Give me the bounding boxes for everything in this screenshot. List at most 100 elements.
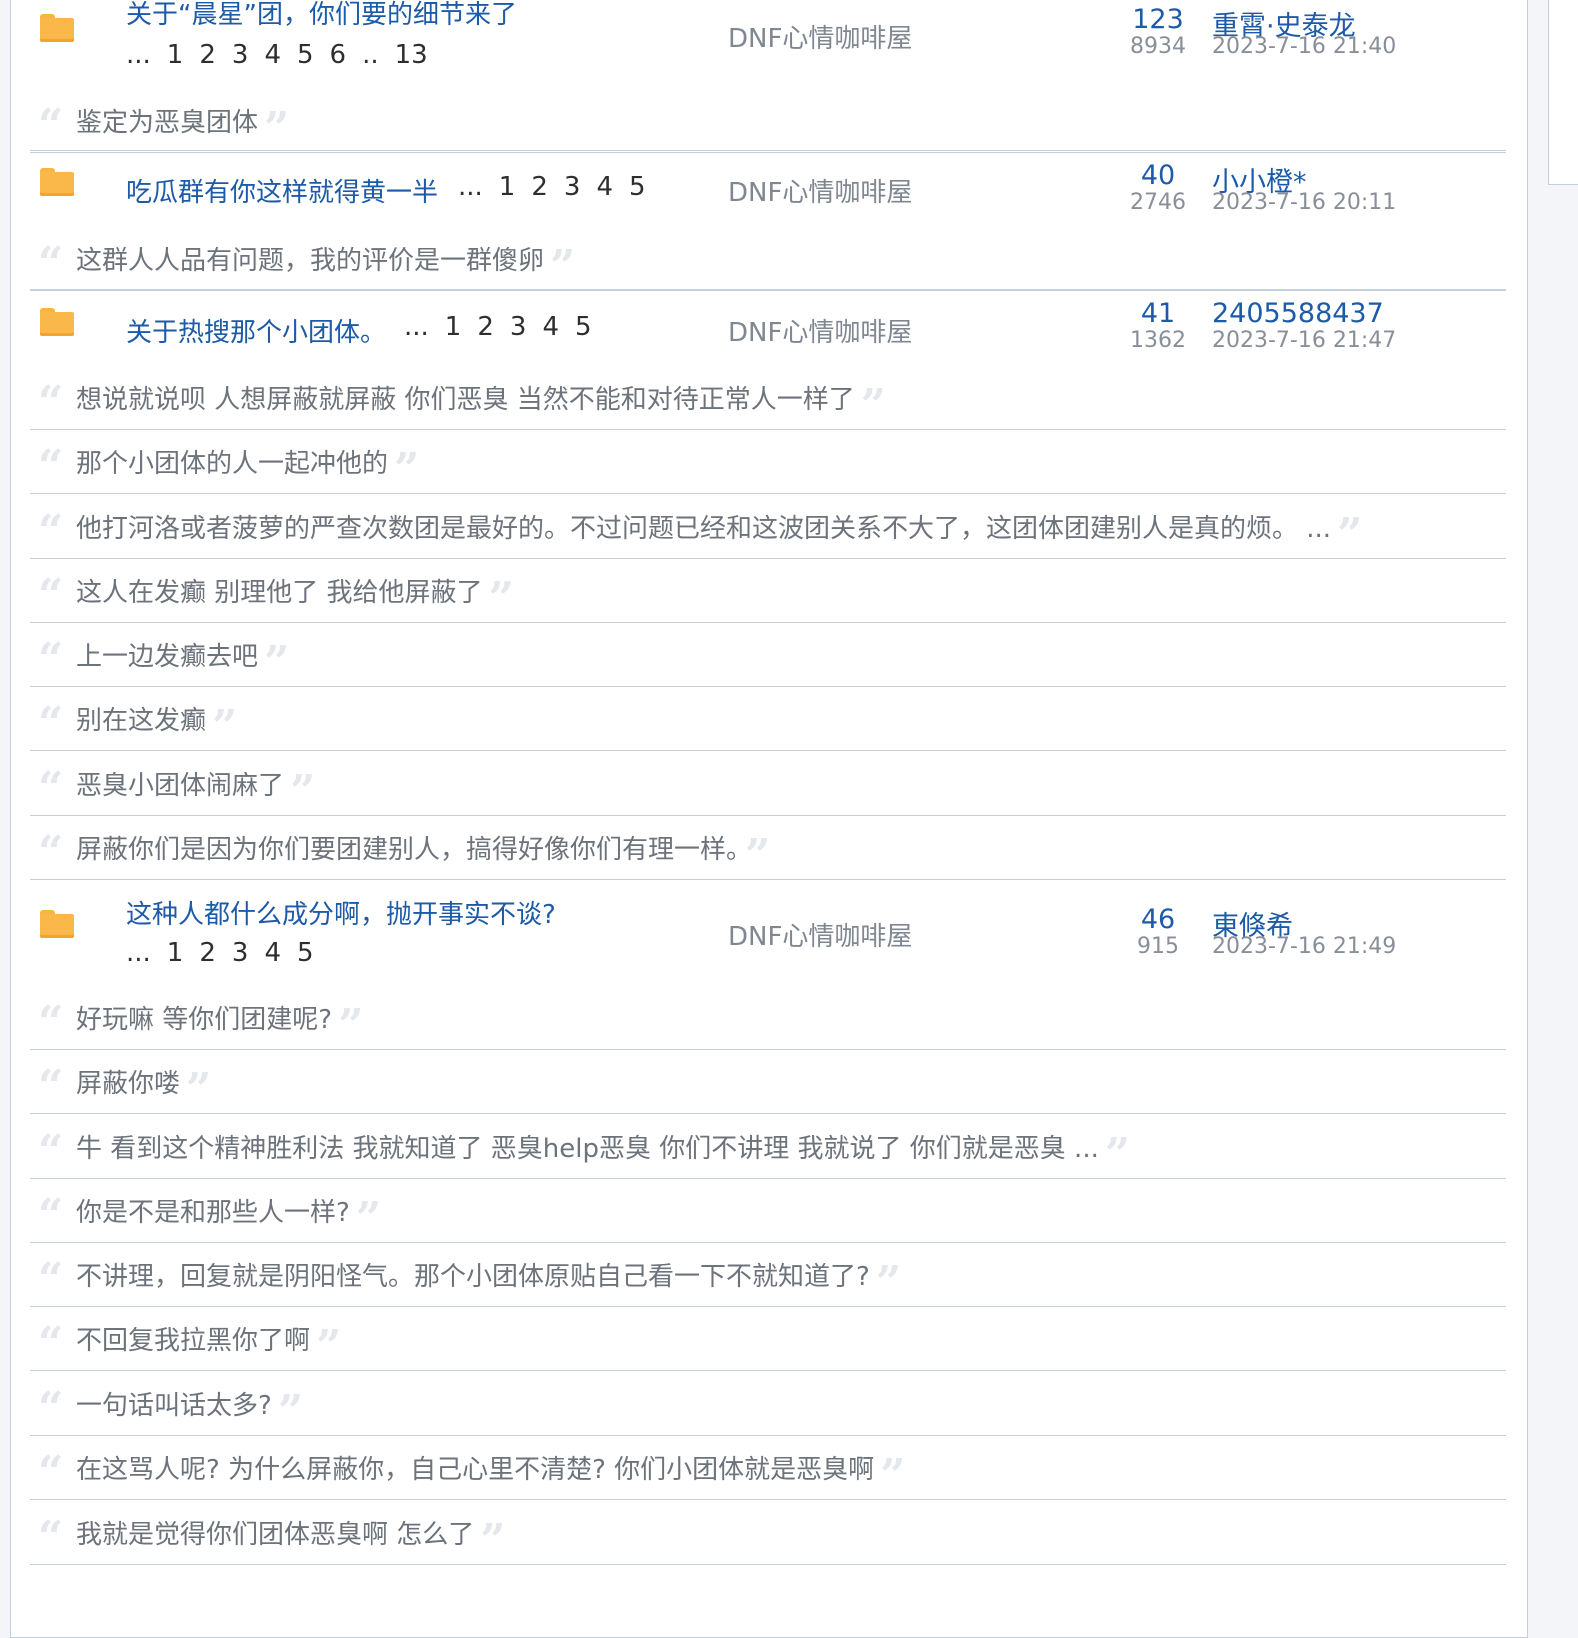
- page-link[interactable]: 5: [629, 172, 646, 202]
- open-quote-icon: “: [38, 1318, 64, 1369]
- close-quote-icon: ”: [480, 1515, 506, 1566]
- page-link[interactable]: 4: [542, 312, 559, 342]
- open-quote-icon: “: [38, 1061, 64, 1112]
- open-quote-icon: “: [38, 1512, 64, 1563]
- page-link[interactable]: 5: [575, 312, 592, 342]
- page-link[interactable]: 5: [297, 40, 314, 70]
- close-quote-icon: ”: [394, 444, 420, 495]
- quote-text: 这人在发癫 别理他了 我给他屏蔽了: [76, 578, 483, 608]
- page-link[interactable]: 2: [199, 938, 216, 968]
- forum-name[interactable]: DNF心情咖啡屋: [728, 916, 912, 953]
- quote-row[interactable]: “ 不讲理，回复就是阴阳怪气。那个小团体原贴自己看一下不就知道了?”: [30, 1242, 1506, 1307]
- quote-row[interactable]: “ 屏蔽你们是因为你们要团建别人，搞得好像你们有理一样。”: [30, 815, 1506, 880]
- page-link[interactable]: 13: [395, 40, 428, 70]
- close-quote-icon: ”: [550, 241, 576, 292]
- last-poster[interactable]: 2405588437: [1212, 298, 1384, 329]
- page-link[interactable]: 1: [167, 938, 184, 968]
- reply-count[interactable]: 123: [1108, 4, 1208, 35]
- page-link[interactable]: 4: [264, 40, 281, 70]
- open-quote-icon: “: [38, 763, 64, 814]
- close-quote-icon: ”: [880, 1450, 906, 1501]
- quote-row[interactable]: “ 屏蔽你喽”: [30, 1049, 1506, 1114]
- open-quote-icon: “: [38, 997, 64, 1048]
- quote-text: 不回复我拉黑你了啊: [76, 1326, 311, 1356]
- close-quote-icon: ”: [264, 637, 290, 688]
- open-quote-icon: “: [38, 827, 64, 878]
- quote-row[interactable]: “ 想说就说呗 人想屏蔽就屏蔽 你们恶臭 当然不能和对待正常人一样了”: [30, 365, 1506, 430]
- quote-row[interactable]: “ 我就是觉得你们团体恶臭啊 怎么了”: [30, 1500, 1506, 1565]
- view-count: 2746: [1130, 190, 1186, 215]
- view-count: 8934: [1130, 34, 1186, 59]
- last-post-time[interactable]: 2023-7-16 20:11: [1212, 190, 1396, 215]
- last-post-time[interactable]: 2023-7-16 21:47: [1212, 328, 1396, 353]
- quote-row[interactable]: “ 在这骂人呢? 为什么屏蔽你，自己心里不清楚? 你们小团体就是恶臭啊”: [30, 1435, 1506, 1500]
- quote-row[interactable]: “ 鉴定为恶臭团体”: [30, 88, 1506, 153]
- thread-title[interactable]: 关于热搜那个小团体。: [126, 312, 386, 349]
- page-link[interactable]: 3: [232, 40, 249, 70]
- close-quote-icon: ”: [745, 830, 771, 881]
- page-link[interactable]: 1: [445, 312, 462, 342]
- quote-text: 想说就说呗 人想屏蔽就屏蔽 你们恶臭 当然不能和对待正常人一样了: [76, 385, 855, 415]
- last-post-time[interactable]: 2023-7-16 21:40: [1212, 34, 1396, 59]
- page-link[interactable]: ...: [126, 40, 151, 70]
- close-quote-icon: ”: [860, 380, 887, 431]
- quote-row[interactable]: “ 这群人人品有问题，我的评价是一群傻卵”: [30, 226, 1506, 291]
- page-links: ... 1 2 3 4 5: [458, 172, 662, 202]
- page-link[interactable]: 4: [264, 938, 281, 968]
- page-link[interactable]: ...: [404, 312, 429, 342]
- page-link[interactable]: 6: [330, 40, 347, 70]
- forum-name[interactable]: DNF心情咖啡屋: [728, 18, 912, 55]
- close-quote-icon: ”: [338, 1000, 364, 1051]
- quote-row[interactable]: “ 好玩嘛 等你们团建呢?”: [30, 985, 1506, 1050]
- page-link[interactable]: ...: [126, 938, 151, 968]
- page-links: ... 1 2 3 4 5 6.. 13: [126, 40, 444, 70]
- reply-count[interactable]: 40: [1108, 160, 1208, 191]
- open-quote-icon: “: [38, 441, 64, 492]
- page-link[interactable]: 5: [297, 938, 314, 968]
- quote-text: 恶臭小团体闹麻了: [76, 771, 285, 801]
- page-link[interactable]: ...: [458, 172, 483, 202]
- page-link[interactable]: 3: [564, 172, 581, 202]
- forum-name[interactable]: DNF心情咖啡屋: [728, 312, 912, 349]
- close-quote-icon: ”: [212, 701, 238, 752]
- page-link[interactable]: 3: [232, 938, 249, 968]
- quote-row[interactable]: “ 他打河洛或者菠萝的严查次数团是最好的。不过问题已经和这波团关系不大了，这团体…: [30, 494, 1506, 559]
- quote-text: 你是不是和那些人一样?: [76, 1198, 350, 1228]
- last-post-time[interactable]: 2023-7-16 21:49: [1212, 934, 1396, 959]
- page-link[interactable]: 2: [477, 312, 494, 342]
- forum-name[interactable]: DNF心情咖啡屋: [728, 172, 912, 209]
- open-quote-icon: “: [38, 1383, 64, 1434]
- divider: [30, 289, 1506, 290]
- quote-row[interactable]: “ 上一边发癫去吧”: [30, 622, 1506, 687]
- thread-title[interactable]: 吃瓜群有你这样就得黄一半: [126, 172, 438, 209]
- quote-text: 一句话叫话太多?: [76, 1391, 272, 1421]
- quote-row[interactable]: “ 别在这发癫”: [30, 686, 1506, 751]
- quote-row[interactable]: “ 这人在发癫 别理他了 我给他屏蔽了”: [30, 558, 1506, 623]
- page-link[interactable]: ..: [362, 40, 379, 70]
- quote-text: 别在这发癫: [76, 706, 207, 736]
- reply-count[interactable]: 41: [1108, 298, 1208, 329]
- quote-row[interactable]: “ 牛 看到这个精神胜利法 我就知道了 恶臭help恶臭 你们不讲理 我就说了 …: [30, 1114, 1506, 1179]
- quote-row[interactable]: “ 恶臭小团体闹麻了”: [30, 751, 1506, 816]
- quote-row[interactable]: “ 不回复我拉黑你了啊”: [30, 1306, 1506, 1371]
- page-link[interactable]: 1: [167, 40, 184, 70]
- thread-title[interactable]: 关于“晨星”团，你们要的细节来了: [126, 0, 517, 31]
- open-quote-icon: “: [38, 377, 64, 428]
- reply-count[interactable]: 46: [1108, 904, 1208, 935]
- page-link[interactable]: 4: [596, 172, 613, 202]
- quote-text: 鉴定为恶臭团体: [76, 108, 259, 138]
- thread-title[interactable]: 这种人都什么成分啊，抛开事实不谈?: [126, 894, 556, 931]
- open-quote-icon: “: [38, 238, 64, 289]
- page-link[interactable]: 2: [531, 172, 548, 202]
- quote-row[interactable]: “ 你是不是和那些人一样?”: [30, 1178, 1506, 1243]
- quote-text: 上一边发癫去吧: [76, 642, 259, 672]
- page-links: ... 1 2 3 4 5: [404, 312, 608, 342]
- page-link[interactable]: 1: [499, 172, 516, 202]
- page-link[interactable]: 2: [199, 40, 216, 70]
- folder-icon: [40, 308, 74, 336]
- close-quote-icon: ”: [355, 1193, 382, 1244]
- quote-row[interactable]: “ 那个小团体的人一起冲他的”: [30, 429, 1506, 494]
- quote-text: 屏蔽你们是因为你们要团建别人，搞得好像你们有理一样。: [76, 835, 740, 865]
- quote-row[interactable]: “ 一句话叫话太多?”: [30, 1371, 1506, 1436]
- page-link[interactable]: 3: [510, 312, 527, 342]
